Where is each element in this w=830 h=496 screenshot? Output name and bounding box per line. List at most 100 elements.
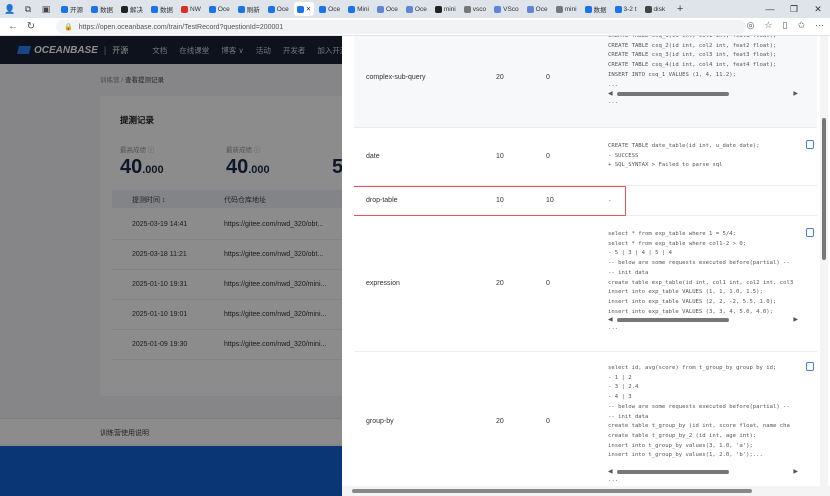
copy-icon[interactable] bbox=[806, 362, 814, 371]
output-horizontal-scrollbar[interactable]: ◀ ▶ bbox=[608, 468, 798, 475]
address-bar-row: ← ↻ 🔒 https://open.oceanbase.com/train/T… bbox=[0, 18, 830, 36]
tab-label: 3-2 t bbox=[623, 5, 637, 13]
tab-favicon-icon bbox=[237, 5, 245, 13]
scroll-track[interactable] bbox=[616, 317, 790, 322]
vertical-scroll-thumb[interactable] bbox=[822, 118, 826, 260]
tab-label: disk bbox=[653, 5, 666, 13]
url-text: https://open.oceanbase.com/train/TestRec… bbox=[78, 23, 284, 31]
scroll-track[interactable] bbox=[616, 469, 790, 474]
scroll-left-icon[interactable]: ◀ bbox=[608, 468, 613, 475]
minimize-icon[interactable]: — bbox=[758, 0, 782, 18]
reader-icon[interactable]: ◎ bbox=[747, 20, 755, 31]
tab-favicon-icon bbox=[319, 5, 327, 13]
tab-label: mini bbox=[564, 5, 577, 13]
browser-tab[interactable]: 刷新 bbox=[235, 2, 263, 16]
tab-favicon-icon bbox=[494, 5, 502, 13]
browser-tab[interactable]: 数据 bbox=[148, 2, 176, 16]
test-case-output: select id, avg(score) from t_group_by gr… bbox=[608, 365, 790, 459]
scroll-right-icon[interactable]: ▶ bbox=[793, 316, 798, 323]
close-window-icon[interactable]: ✕ bbox=[806, 0, 830, 18]
test-case-total-score: 20 bbox=[496, 280, 504, 287]
result-detail-drawer: group-by 20 0 select id, avg(score) from t_… bbox=[342, 36, 830, 496]
split-icon[interactable]: ▯ bbox=[783, 20, 788, 31]
collections-icon[interactable]: ✩ bbox=[797, 20, 805, 31]
workspaces-icon[interactable]: ⧉ bbox=[22, 3, 34, 15]
toolbar-right: ◎ ☆ ▯ ✩ ··· bbox=[747, 20, 824, 31]
test-case-name: complex-sub-query bbox=[366, 74, 426, 81]
tab-label: Oce bbox=[217, 5, 230, 13]
test-case-score: 0 bbox=[546, 280, 550, 287]
tab-label: Oce bbox=[276, 5, 289, 13]
tab-favicon-icon bbox=[555, 5, 563, 13]
page-horizontal-scrollbar[interactable] bbox=[342, 486, 830, 496]
tab-label: NW bbox=[190, 5, 201, 13]
tab-favicon-icon bbox=[584, 5, 592, 13]
close-tab-icon[interactable]: ✕ bbox=[306, 5, 311, 13]
scroll-left-icon[interactable]: ◀ bbox=[608, 316, 613, 323]
profile-icon[interactable]: 👤 bbox=[4, 3, 16, 15]
browser-tab[interactable]: NW bbox=[178, 2, 204, 16]
tab-favicon-icon bbox=[405, 5, 413, 13]
output-horizontal-scrollbar[interactable]: ◀ ▶ bbox=[608, 316, 798, 323]
tab-label: mini bbox=[443, 5, 456, 13]
scroll-left-icon[interactable]: ◀ bbox=[608, 90, 613, 97]
more-icon[interactable]: ··· bbox=[815, 20, 824, 31]
drawer-vertical-scrollbar[interactable] bbox=[820, 36, 828, 492]
tab-label: vsco bbox=[472, 5, 487, 13]
favorite-icon[interactable]: ☆ bbox=[764, 20, 772, 31]
browser-tab[interactable]: Oce bbox=[206, 2, 233, 16]
copy-icon[interactable] bbox=[806, 228, 814, 237]
copy-icon[interactable] bbox=[806, 140, 814, 149]
scroll-thumb[interactable] bbox=[616, 91, 729, 96]
scroll-track[interactable] bbox=[616, 91, 790, 96]
tab-favicon-icon bbox=[61, 5, 68, 13]
scroll-right-icon[interactable]: ▶ bbox=[793, 468, 798, 475]
output-horizontal-scrollbar[interactable]: ◀ ▶ bbox=[608, 90, 798, 97]
url-field[interactable]: 🔒 https://open.oceanbase.com/train/TestR… bbox=[56, 20, 746, 34]
tab-favicon-icon bbox=[296, 5, 304, 13]
test-case-output: CREATE TABLE csq_1(id int, col1 int, fea… bbox=[608, 36, 777, 88]
browser-tab[interactable]: Oce bbox=[374, 2, 401, 16]
new-tab-icon[interactable]: + bbox=[674, 3, 686, 15]
browser-tab[interactable]: VSco bbox=[491, 2, 522, 16]
browser-tab[interactable]: ✕ bbox=[293, 2, 315, 16]
browser-tab[interactable]: 3-2 t bbox=[612, 2, 640, 16]
tab-label: 刷新 bbox=[246, 7, 260, 14]
scroll-right-icon[interactable]: ▶ bbox=[793, 90, 798, 97]
browser-tab[interactable]: Oce bbox=[403, 2, 430, 16]
tab-label: 解决 bbox=[130, 7, 143, 14]
tab-favicon-icon bbox=[208, 5, 216, 13]
test-case-name: expression bbox=[366, 280, 400, 287]
browser-tab[interactable]: 数据 bbox=[582, 2, 610, 16]
refresh-icon[interactable]: ↻ bbox=[24, 21, 38, 32]
tab-label: Oce bbox=[414, 5, 427, 13]
test-case-output: CREATE TABLE date_table(id int, u_date d… bbox=[608, 143, 760, 169]
browser-tab[interactable]: 开源 bbox=[58, 2, 86, 16]
back-icon[interactable]: ← bbox=[6, 21, 20, 32]
browser-tab[interactable]: Oce bbox=[265, 2, 292, 16]
browser-tab[interactable]: mini bbox=[553, 2, 580, 16]
tab-actions-icon[interactable]: ▣ bbox=[40, 3, 52, 15]
test-case-total-score: 10 bbox=[496, 153, 504, 160]
scroll-thumb[interactable] bbox=[616, 317, 729, 322]
browser-tab[interactable]: Oce bbox=[524, 2, 551, 16]
test-case-row: expression 20 0 select * from exp_table whe… bbox=[354, 216, 817, 352]
horizontal-scroll-thumb[interactable] bbox=[352, 489, 752, 493]
tab-label: Oce bbox=[535, 5, 548, 13]
site-info-icon[interactable]: 🔒 bbox=[64, 23, 73, 31]
result-detail-list: group-by 20 0 select id, avg(score) from t_… bbox=[354, 36, 817, 492]
test-case-score: 0 bbox=[546, 74, 550, 81]
tab-label: 数据 bbox=[100, 7, 113, 14]
browser-tab[interactable]: Oce bbox=[316, 2, 343, 16]
browser-tab[interactable]: disk bbox=[642, 2, 669, 16]
restore-icon[interactable]: ❐ bbox=[782, 0, 806, 18]
tab-favicon-icon bbox=[463, 5, 471, 13]
tab-favicon-icon bbox=[91, 5, 98, 13]
browser-tab[interactable]: mini bbox=[432, 2, 459, 16]
browser-tab[interactable]: 数据 bbox=[88, 2, 116, 16]
browser-tab[interactable]: 解决 bbox=[118, 2, 146, 16]
browser-tab[interactable]: Mini bbox=[345, 2, 372, 16]
scroll-thumb[interactable] bbox=[616, 469, 729, 474]
test-case-name: date bbox=[366, 153, 380, 160]
browser-tab[interactable]: vsco bbox=[461, 2, 489, 16]
